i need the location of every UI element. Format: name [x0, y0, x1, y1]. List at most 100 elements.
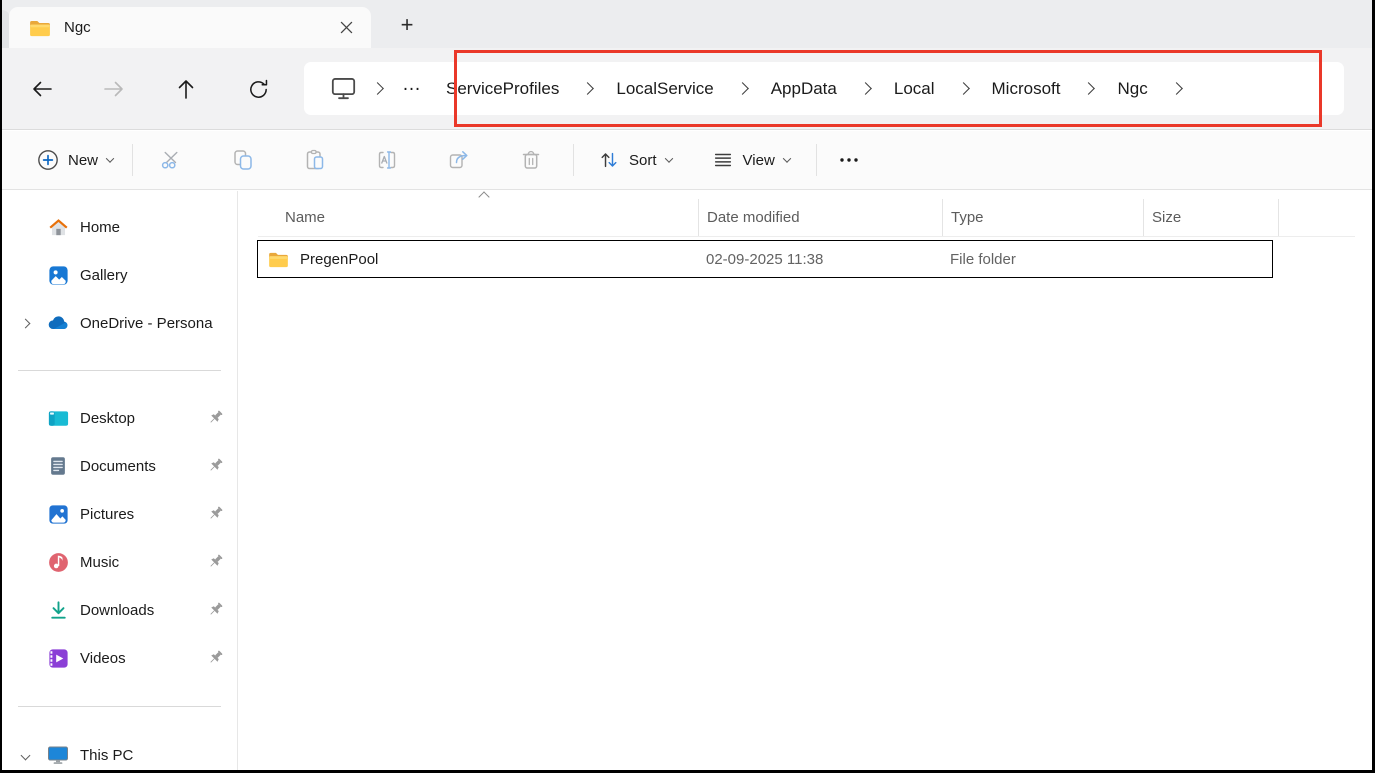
breadcrumb-separator-icon[interactable]: [371, 82, 384, 95]
more-options-button[interactable]: [829, 140, 869, 180]
gallery-icon: [46, 263, 70, 287]
navigation-pane: Home Gallery OneDrive - Persona Desktop …: [2, 191, 238, 770]
desktop-icon: [46, 406, 70, 430]
sidebar-item-label: Music: [80, 553, 120, 571]
clipboard-icon: [306, 149, 324, 170]
content-area: Home Gallery OneDrive - Persona Desktop …: [2, 191, 1372, 770]
column-header-type[interactable]: Type: [942, 199, 1143, 236]
column-header-date-modified[interactable]: Date modified: [698, 199, 942, 236]
command-toolbar: New Sort View: [2, 131, 1372, 190]
file-type: File folder: [950, 250, 1016, 268]
chevron-down-icon: [105, 154, 115, 163]
sort-button-label: Sort: [629, 151, 657, 169]
this-pc-monitor-icon[interactable]: [330, 76, 357, 101]
view-button[interactable]: View: [702, 142, 800, 178]
address-bar[interactable]: … ServiceProfiles LocalService AppData L…: [304, 62, 1344, 115]
column-header-size[interactable]: Size: [1143, 199, 1278, 236]
chevron-down-icon: [664, 154, 673, 163]
toolbar-divider: [573, 144, 575, 176]
breadcrumb-overflow-button[interactable]: …: [392, 74, 432, 104]
file-list-pane: Name Date modified Type Size PregenPool …: [238, 191, 1372, 770]
sidebar-item-label: Desktop: [80, 409, 136, 427]
rename-icon: [378, 151, 396, 169]
breadcrumb-separator-icon[interactable]: [581, 82, 595, 95]
documents-icon: [46, 454, 70, 478]
breadcrumb-appdata[interactable]: AppData: [757, 71, 851, 107]
breadcrumb-local[interactable]: Local: [880, 71, 949, 107]
file-row-pregenpool[interactable]: PregenPool 02-09-2025 11:38 File folder: [257, 240, 1273, 278]
this-pc-icon: [46, 743, 70, 767]
tab-close-button[interactable]: [331, 13, 361, 43]
sidebar-item-label: Documents: [80, 457, 156, 475]
breadcrumb-serviceprofiles[interactable]: ServiceProfiles: [432, 71, 573, 107]
back-button[interactable]: [20, 69, 64, 109]
tab-ngc[interactable]: Ngc: [9, 7, 371, 48]
sidebar-item-music[interactable]: Music: [6, 538, 233, 586]
column-header-filler: [1278, 199, 1355, 236]
sidebar-item-onedrive[interactable]: OneDrive - Persona: [6, 299, 233, 347]
new-tab-button[interactable]: +: [390, 10, 424, 40]
three-dots-icon: [840, 158, 858, 162]
pin-icon: [206, 552, 225, 571]
sort-button[interactable]: Sort: [588, 142, 682, 178]
sidebar-item-documents[interactable]: Documents: [6, 442, 233, 490]
sidebar-item-label: Downloads: [80, 601, 155, 619]
file-date-modified: 02-09-2025 11:38: [706, 250, 824, 268]
cut-button[interactable]: [151, 140, 191, 180]
chevron-down-icon[interactable]: [20, 750, 31, 760]
arrow-right-icon: [104, 81, 123, 97]
sidebar-item-pictures[interactable]: Pictures: [6, 490, 233, 538]
toolbar-divider: [815, 144, 817, 176]
forward-button[interactable]: [92, 69, 136, 109]
breadcrumb-localservice[interactable]: LocalService: [602, 71, 727, 107]
sidebar-item-label: Videos: [80, 649, 126, 667]
share-icon: [449, 151, 468, 169]
sidebar-item-label: This PC: [80, 746, 134, 764]
sidebar-divider: [18, 706, 221, 707]
new-button-label: New: [68, 151, 99, 169]
column-headers: Name Date modified Type Size: [258, 191, 1355, 237]
sidebar-item-home[interactable]: Home: [6, 203, 233, 251]
downloads-icon: [46, 598, 70, 622]
chevron-right-icon[interactable]: [20, 318, 31, 328]
up-button[interactable]: [164, 69, 208, 109]
sidebar-item-desktop[interactable]: Desktop: [6, 394, 233, 442]
pin-icon: [206, 408, 225, 427]
sidebar-item-gallery[interactable]: Gallery: [6, 251, 233, 299]
sidebar-item-downloads[interactable]: Downloads: [6, 586, 233, 634]
folder-icon: [29, 19, 51, 37]
scissors-icon: [161, 151, 178, 169]
sidebar-item-label: Home: [80, 218, 121, 236]
arrow-up-icon: [178, 80, 194, 99]
chevron-down-icon: [782, 154, 792, 163]
folder-icon: [268, 251, 289, 268]
copy-button[interactable]: [223, 140, 263, 180]
column-header-name[interactable]: Name: [258, 191, 698, 236]
copy-icon: [234, 150, 252, 170]
sidebar-item-label: Pictures: [80, 505, 135, 523]
breadcrumb-separator-icon[interactable]: [735, 82, 749, 95]
toolbar-divider: [132, 144, 134, 176]
breadcrumb-separator-icon[interactable]: [1082, 82, 1096, 95]
navigation-bar: … ServiceProfiles LocalService AppData L…: [2, 48, 1372, 130]
paste-button[interactable]: [295, 140, 335, 180]
new-button[interactable]: New: [26, 142, 124, 178]
share-button[interactable]: [439, 140, 479, 180]
breadcrumb-separator-icon[interactable]: [1169, 82, 1183, 95]
refresh-button[interactable]: [236, 69, 280, 109]
sidebar-item-this-pc[interactable]: This PC: [6, 731, 233, 770]
delete-button[interactable]: [511, 140, 551, 180]
breadcrumb-microsoft[interactable]: Microsoft: [978, 71, 1075, 107]
breadcrumb-separator-icon[interactable]: [956, 82, 970, 95]
rename-button[interactable]: [367, 140, 407, 180]
pin-icon: [206, 456, 225, 475]
breadcrumb-ngc[interactable]: Ngc: [1103, 71, 1161, 107]
breadcrumb-separator-icon[interactable]: [859, 82, 872, 95]
refresh-icon: [249, 79, 267, 98]
sidebar-item-videos[interactable]: Videos: [6, 634, 233, 682]
sort-arrows-icon: [598, 149, 620, 171]
tab-title: Ngc: [64, 19, 91, 36]
view-list-icon: [712, 149, 734, 171]
arrow-left-icon: [33, 81, 52, 97]
pin-icon: [206, 504, 225, 523]
